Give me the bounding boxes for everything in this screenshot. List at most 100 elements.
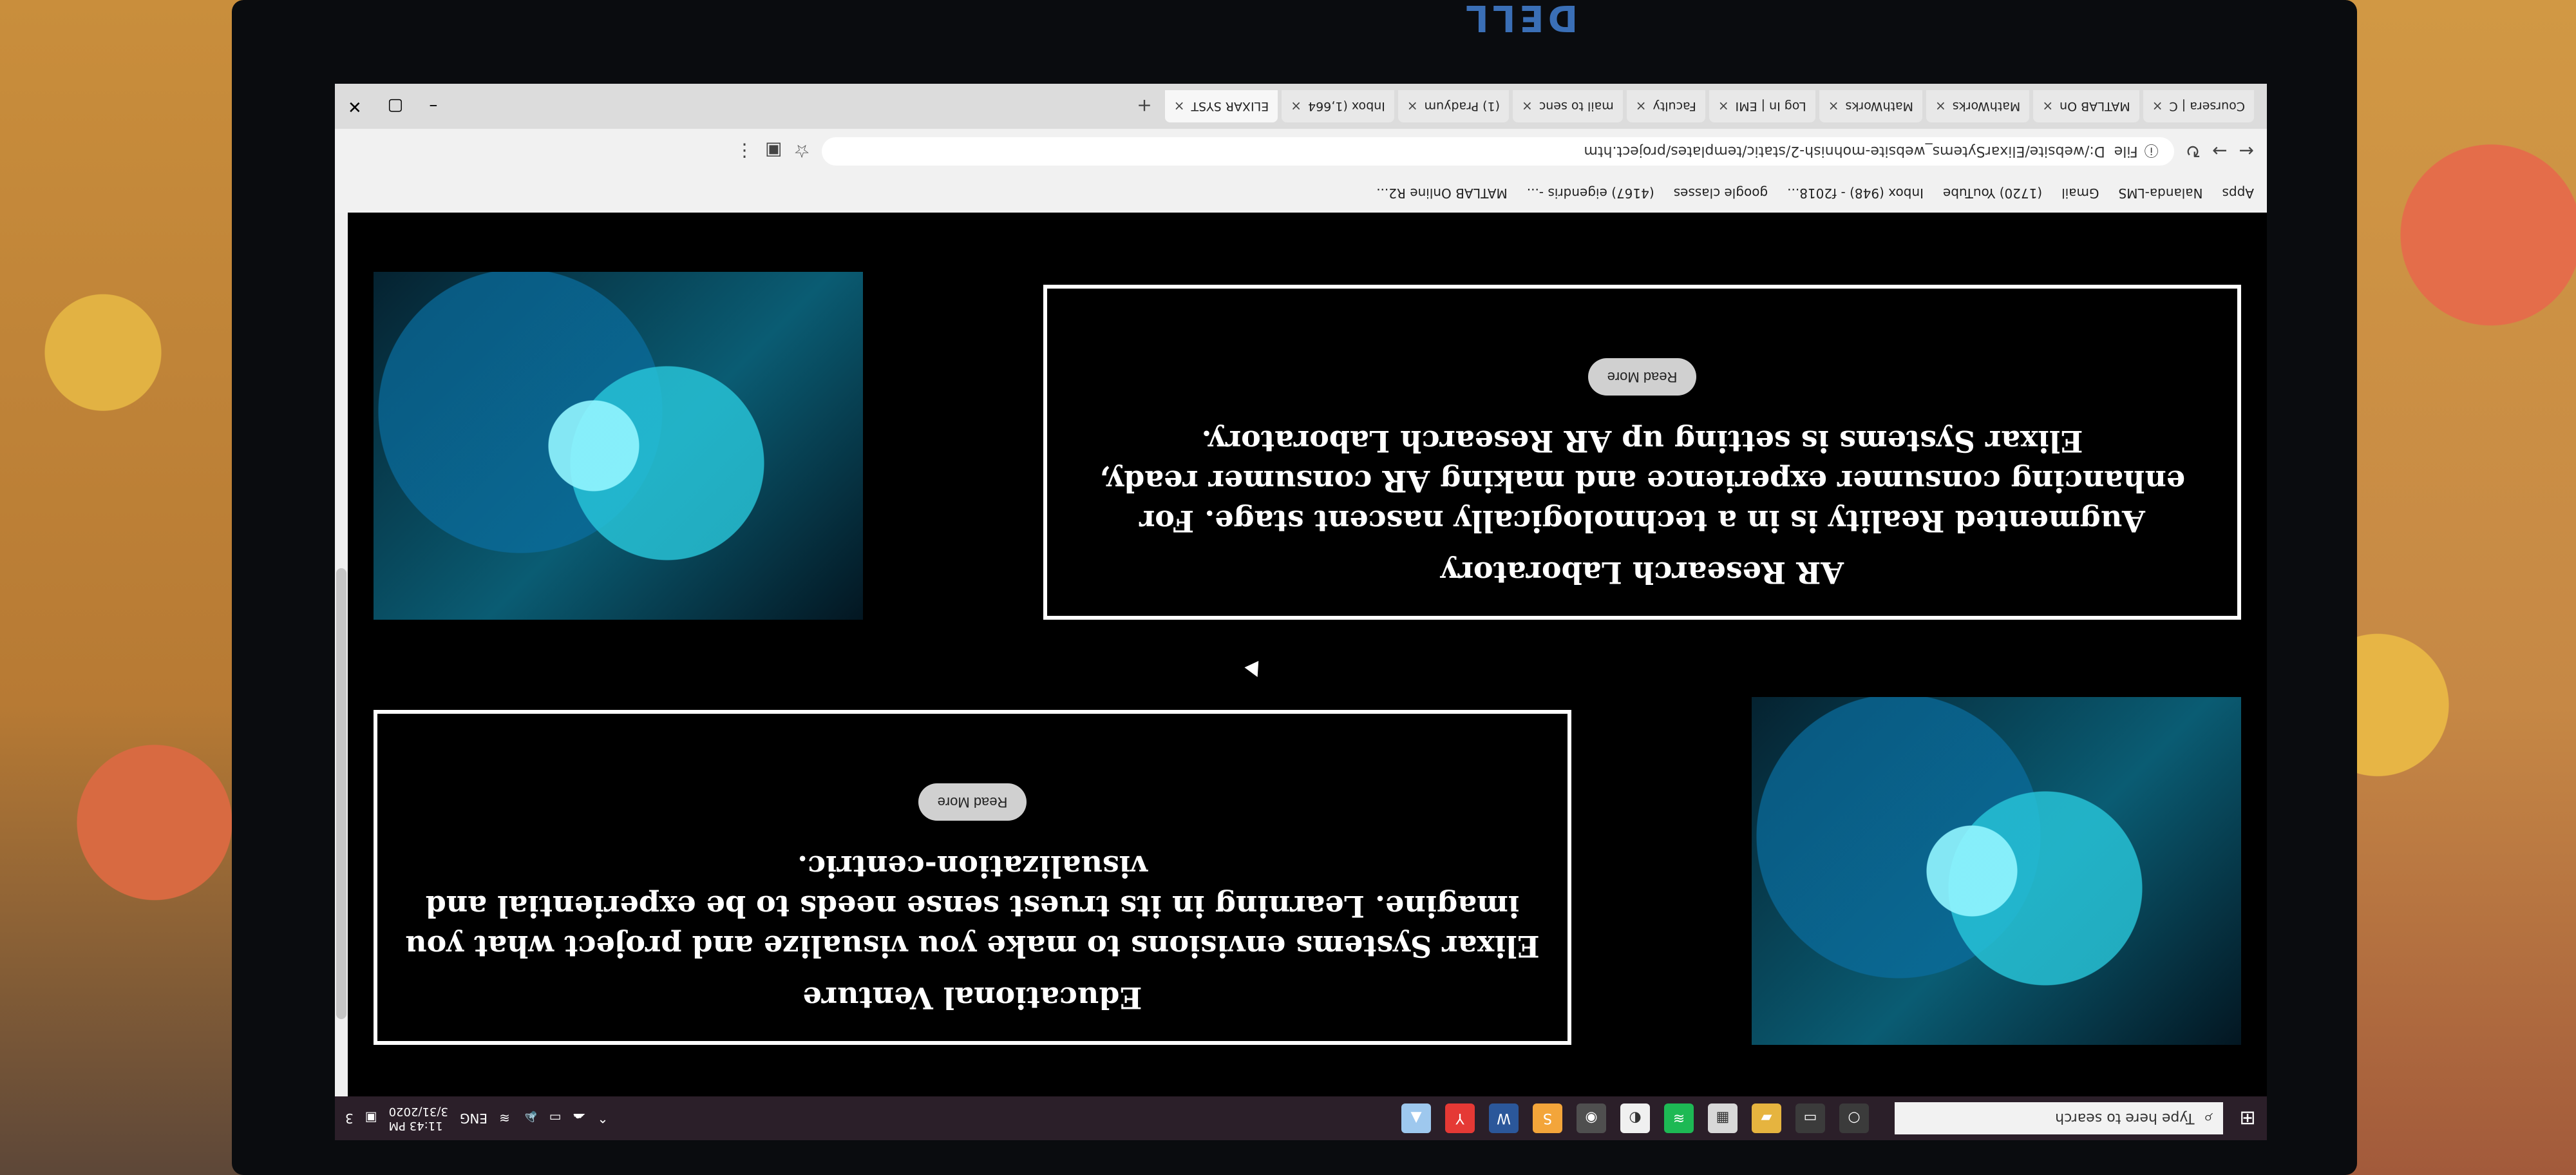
close-icon[interactable]: ×	[1828, 99, 1839, 114]
notification-count: 3	[345, 1111, 354, 1126]
chevron-up-icon[interactable]: ⌃	[598, 1111, 609, 1126]
info-icon: ⓘ	[2144, 142, 2159, 158]
tab-active[interactable]: ELIXAR SYST ×	[1164, 90, 1278, 122]
taskbar-search[interactable]: ⌕ Type here to search	[1895, 1102, 2223, 1134]
close-icon[interactable]: ×	[1291, 99, 1302, 114]
yandex-icon[interactable]: Y	[1445, 1103, 1475, 1133]
close-icon[interactable]: ×	[1407, 99, 1418, 114]
screen: ⊞ ⌕ Type here to search ○ ▭ ▰ ▦ ≋ ◐ ◉ S …	[335, 84, 2267, 1140]
cloud-icon[interactable]: ☁	[573, 1111, 586, 1126]
browser-chrome: Apps Nalanda-LMS Gmail (1720) YouTube In…	[335, 84, 2267, 213]
tab[interactable]: Inbox (1,664 ×	[1282, 90, 1394, 122]
close-icon[interactable]: ×	[1718, 99, 1729, 114]
star-icon[interactable]: ☆	[793, 141, 810, 162]
tab-label: ELIXAR SYST	[1191, 99, 1269, 113]
tab[interactable]: MathWorks ×	[1819, 90, 1922, 122]
window-controls: – ▢ ✕	[335, 97, 437, 116]
file-explorer-icon[interactable]: ▰	[1752, 1103, 1781, 1133]
app-icon[interactable]: ◐	[1620, 1103, 1650, 1133]
section-image	[374, 272, 863, 620]
close-icon[interactable]: ×	[1935, 99, 1946, 114]
bookmark-inbox[interactable]: Inbox (948) - f2018...	[1787, 186, 1924, 201]
battery-icon[interactable]: ▭	[549, 1111, 562, 1126]
tab[interactable]: Faculty ×	[1626, 90, 1705, 122]
section-text-box: Educational Venture Elixar Systems envis…	[374, 710, 1571, 1045]
bookmark-apps[interactable]: Apps	[2222, 186, 2255, 201]
search-icon: ⌕	[2203, 1109, 2213, 1129]
photos-icon[interactable]: ▲	[1401, 1103, 1431, 1133]
bookmark-youtube[interactable]: (1720) YouTube	[1943, 186, 2042, 201]
address-bar[interactable]: ⓘ File D:/website/ElixarSytems_website-m…	[821, 137, 2174, 166]
minimize-icon[interactable]: –	[429, 97, 437, 116]
store-icon[interactable]: ▦	[1708, 1103, 1738, 1133]
tab[interactable]: mail to senc ×	[1513, 90, 1623, 122]
language-indicator[interactable]: ENG	[460, 1111, 488, 1126]
close-icon[interactable]: ×	[1636, 99, 1647, 114]
forward-icon[interactable]: →	[2212, 141, 2227, 162]
tab[interactable]: (1) Pradyum ×	[1397, 90, 1510, 122]
bookmark-nalanda[interactable]: Nalanda-LMS	[2119, 186, 2203, 201]
section-image	[1752, 697, 2241, 1045]
search-placeholder: Type here to search	[2055, 1110, 2195, 1127]
menu-icon[interactable]: ⋮	[735, 141, 753, 162]
tab[interactable]: MathWorks ×	[1926, 90, 2030, 122]
tab[interactable]: MATLAB On ×	[2033, 90, 2139, 122]
bookmark-gmail[interactable]: Gmail	[2061, 186, 2099, 201]
back-icon[interactable]: ←	[2239, 141, 2254, 162]
tab-label: Coursera | C	[2169, 99, 2245, 113]
taskbar: ⊞ ⌕ Type here to search ○ ▭ ▰ ▦ ≋ ◐ ◉ S …	[335, 1096, 2267, 1140]
section-text-box: AR Research Laboratory Augmented Reality…	[1043, 285, 2241, 620]
url-prefix: File	[2114, 143, 2138, 160]
volume-icon[interactable]: 🔈	[522, 1111, 538, 1126]
windows-start-button[interactable]: ⊞	[2228, 1096, 2267, 1140]
clock-date: 3/31/2020	[388, 1105, 448, 1118]
tab-label: MathWorks	[1845, 99, 1913, 113]
section-title: Educational Venture	[802, 980, 1142, 1015]
word-icon[interactable]: W	[1489, 1103, 1519, 1133]
cortana-icon[interactable]: ○	[1839, 1103, 1869, 1133]
tab-label: MATLAB On	[2060, 99, 2130, 113]
url-text: D:/website/ElixarSytems_website-mohnish-…	[1584, 143, 2105, 160]
section-educational: Educational Venture Elixar Systems envis…	[374, 684, 2241, 1045]
tab[interactable]: Coursera | C ×	[2143, 90, 2254, 122]
page-scrollbar[interactable]	[335, 213, 348, 1096]
close-window-icon[interactable]: ✕	[348, 97, 362, 116]
section-ar-lab: AR Research Laboratory Augmented Reality…	[374, 259, 2241, 620]
read-more-button[interactable]: Read More	[1587, 358, 1697, 396]
close-icon[interactable]: ×	[1174, 99, 1185, 114]
bookmark-google-classes[interactable]: google classes	[1674, 186, 1768, 201]
notification-icon[interactable]: ▣	[365, 1111, 377, 1126]
system-tray: ⌃ ☁ ▭ 🔈 ≋ ENG 11:43 PM 3/31/2020 ▣ 3	[335, 1104, 608, 1132]
extension-icon[interactable]: ▣	[765, 141, 782, 162]
tab-label: (1) Pradyum	[1424, 99, 1501, 113]
task-view-icon[interactable]: ▭	[1795, 1103, 1825, 1133]
bookmark-matlab[interactable]: MATLAB Online R2...	[1376, 186, 1508, 201]
read-more-button[interactable]: Read More	[918, 783, 1027, 821]
dell-logo: DELL	[1461, 0, 1578, 39]
background-left	[0, 0, 258, 1175]
new-tab-button[interactable]: +	[1137, 96, 1151, 117]
close-icon[interactable]: ×	[1522, 99, 1533, 114]
tab-label: MathWorks	[1952, 99, 2021, 113]
tab[interactable]: Log In | EMI ×	[1709, 90, 1815, 122]
tab-label: Log In | EMI	[1735, 99, 1806, 113]
close-icon[interactable]: ×	[2042, 99, 2053, 114]
bookmarks-bar: Apps Nalanda-LMS Gmail (1720) YouTube In…	[335, 174, 2267, 213]
bookmark-eigendris[interactable]: (4167) eigendris -...	[1527, 186, 1654, 201]
maximize-icon[interactable]: ▢	[388, 97, 404, 116]
sublime-icon[interactable]: S	[1533, 1103, 1562, 1133]
tab-label: mail to senc	[1539, 99, 1614, 113]
spotify-icon[interactable]: ≋	[1664, 1103, 1694, 1133]
mouse-cursor	[1244, 660, 1265, 681]
tab-strip: Coursera | C × MATLAB On × MathWorks × Math…	[335, 84, 2267, 129]
scrollbar-thumb[interactable]	[336, 568, 346, 1019]
section-title: AR Research Laboratory	[1440, 555, 1844, 590]
reload-icon[interactable]: ↻	[2186, 141, 2201, 162]
web-page: Educational Venture Elixar Systems envis…	[335, 213, 2267, 1096]
wifi-icon[interactable]: ≋	[499, 1111, 510, 1126]
close-icon[interactable]: ×	[2152, 99, 2163, 114]
clock-time: 11:43 PM	[388, 1119, 443, 1132]
clock[interactable]: 11:43 PM 3/31/2020	[389, 1104, 448, 1132]
chrome-icon[interactable]: ◉	[1577, 1103, 1606, 1133]
section-body: Augmented Reality is in a technologicall…	[1099, 424, 2186, 539]
